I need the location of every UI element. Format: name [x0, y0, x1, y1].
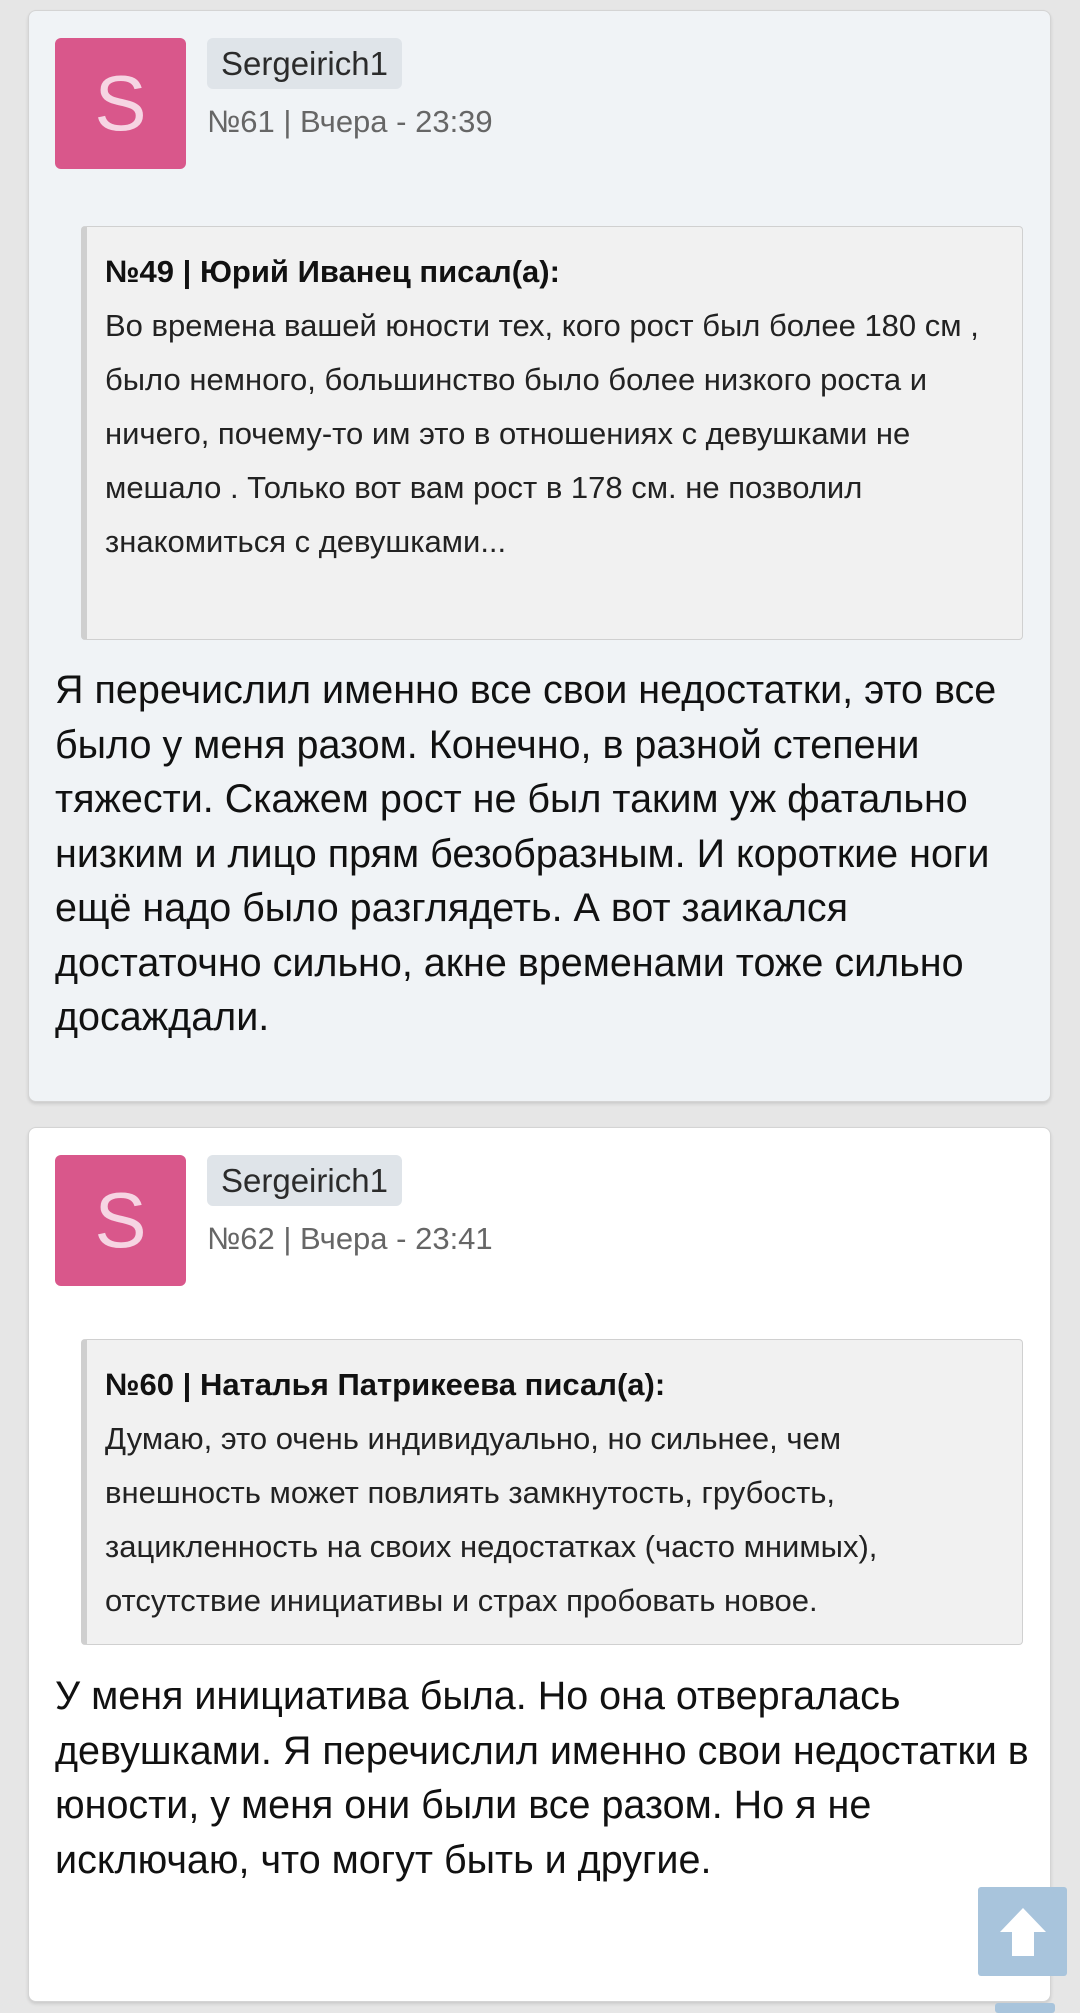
username-link[interactable]: Sergeirich1 — [207, 38, 402, 89]
post-meta: №62 | Вчера - 23:41 — [207, 1221, 493, 1256]
scroll-button-shadow — [995, 2003, 1055, 2013]
post-text: У меня инициатива была. Но она отвергала… — [55, 1674, 1029, 1882]
quote-header: №60 | Наталья Патрикеева писал(а): — [105, 1367, 666, 1402]
avatar[interactable]: S — [55, 38, 186, 169]
username-link[interactable]: Sergeirich1 — [207, 1155, 402, 1206]
quote-header: №49 | Юрий Иванец писал(а): — [105, 254, 560, 289]
avatar[interactable]: S — [55, 1155, 186, 1286]
quote-text: Думаю, это очень индивидуально, но сильн… — [105, 1421, 878, 1618]
quote-block: №49 | Юрий Иванец писал(а): Во времена в… — [81, 226, 1023, 640]
post-text: Я перечислил именно все свои недостатки,… — [55, 668, 997, 1039]
forum-post: S Sergeirich1 №62 | Вчера - 23:41 №60 | … — [28, 1127, 1051, 2002]
quote-text: Во времена вашей юности тех, кого рост б… — [105, 308, 979, 559]
post-meta: №61 | Вчера - 23:39 — [207, 104, 493, 139]
forum-post: S Sergeirich1 №61 | Вчера - 23:39 №49 | … — [28, 10, 1051, 1102]
quote-block: №60 | Наталья Патрикеева писал(а): Думаю… — [81, 1339, 1023, 1645]
arrow-up-icon — [999, 1907, 1046, 1956]
scroll-to-top-button[interactable] — [978, 1887, 1067, 1976]
